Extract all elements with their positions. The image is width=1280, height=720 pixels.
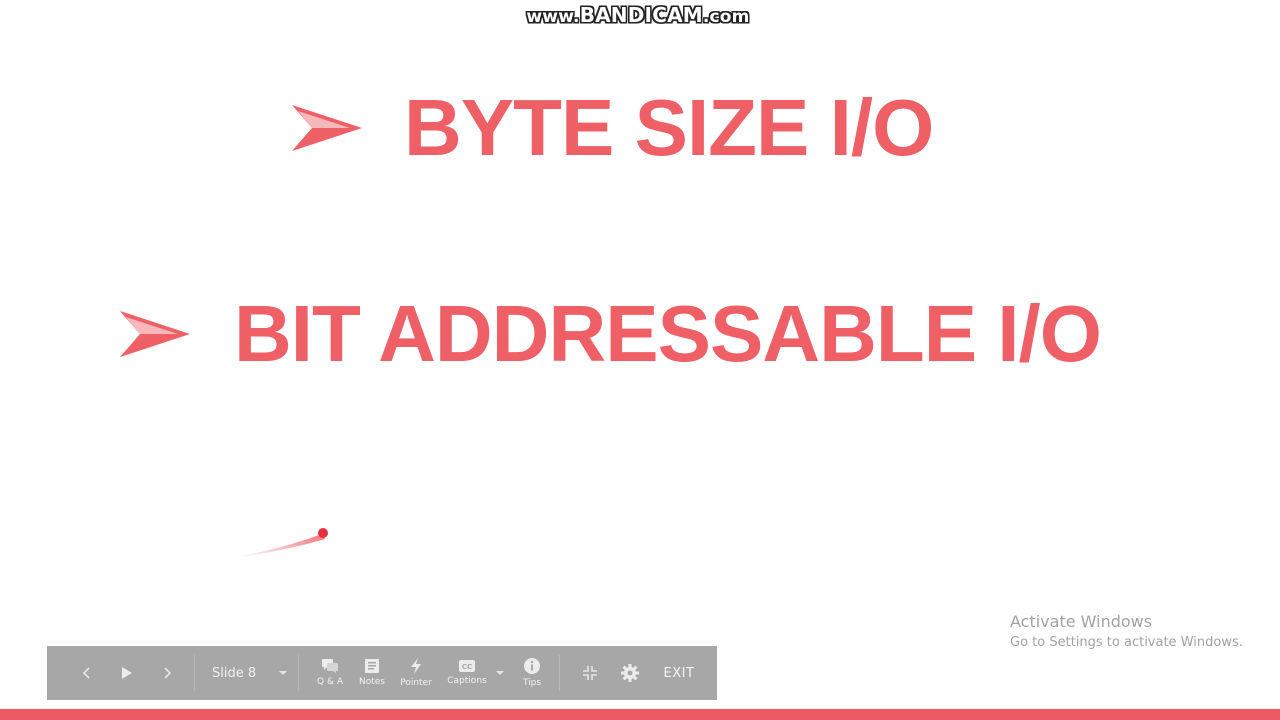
bottom-accent-bar xyxy=(0,709,1280,720)
dropdown-arrow-icon xyxy=(496,670,504,675)
slide-selector-label: Slide 8 xyxy=(212,665,257,681)
tips-label: Tips xyxy=(522,678,542,688)
slide-selector[interactable]: Slide 8 xyxy=(212,646,298,700)
exit-fullscreen-icon xyxy=(583,666,597,680)
lightning-pointer-icon xyxy=(411,658,421,674)
previous-slide-button[interactable] xyxy=(67,646,107,700)
arrowhead-bullet-icon xyxy=(292,105,362,151)
activation-subtitle: Go to Settings to activate Windows. xyxy=(1010,635,1243,650)
captions-options-button[interactable] xyxy=(495,646,505,700)
pointer-label: Pointer xyxy=(400,678,432,688)
toolbar-divider xyxy=(194,655,195,691)
qa-label: Q & A xyxy=(317,677,343,687)
dropdown-arrow-icon xyxy=(279,671,288,675)
watermark-suffix: .com xyxy=(702,7,750,27)
exit-button[interactable]: EXIT xyxy=(654,646,704,700)
chevron-right-icon xyxy=(164,667,172,679)
toolbar-divider xyxy=(559,655,560,691)
exit-label: EXIT xyxy=(663,665,695,681)
watermark-brand: BANDICAM xyxy=(579,3,703,27)
bullet-item: BIT ADDRESSABLE I/O xyxy=(118,289,1102,378)
windows-activation-notice: Activate Windows Go to Settings to activ… xyxy=(1010,612,1243,654)
notes-icon xyxy=(365,659,379,673)
gear-icon xyxy=(621,664,639,682)
captions-button[interactable]: CC Captions xyxy=(439,646,495,700)
captions-label: Captions xyxy=(447,676,487,686)
settings-button[interactable] xyxy=(610,646,650,700)
info-icon xyxy=(524,658,540,674)
bullet-text: BYTE SIZE I/O xyxy=(404,83,934,172)
laser-pointer-icon xyxy=(240,528,328,557)
captions-icon: CC xyxy=(459,660,475,672)
arrowhead-bullet-icon xyxy=(120,311,190,357)
pointer-button[interactable]: Pointer xyxy=(393,646,439,700)
tips-button[interactable]: Tips xyxy=(511,646,553,700)
bandicam-watermark: www.BANDICAM.com xyxy=(522,3,754,27)
presenter-toolbar: Slide 8 Q & A Notes Pointer CC Captions … xyxy=(47,646,717,700)
bullet-text: BIT ADDRESSABLE I/O xyxy=(234,289,1102,378)
presentation-stage: www.BANDICAM.com BYTE SIZE I/O BIT ADDRE… xyxy=(0,0,1280,720)
notes-label: Notes xyxy=(359,677,385,687)
svg-text:CC: CC xyxy=(462,663,472,671)
play-button[interactable] xyxy=(107,646,147,700)
bullet-item: BYTE SIZE I/O xyxy=(290,83,934,172)
activation-title: Activate Windows xyxy=(1010,612,1153,631)
watermark-prefix: www. xyxy=(526,7,580,27)
qa-button[interactable]: Q & A xyxy=(309,646,351,700)
notes-button[interactable]: Notes xyxy=(351,646,393,700)
play-icon xyxy=(122,667,132,679)
chat-bubbles-icon xyxy=(322,659,338,673)
toolbar-divider xyxy=(298,655,299,691)
next-slide-button[interactable] xyxy=(147,646,187,700)
chevron-left-icon xyxy=(82,667,90,679)
exit-fullscreen-button[interactable] xyxy=(570,646,610,700)
